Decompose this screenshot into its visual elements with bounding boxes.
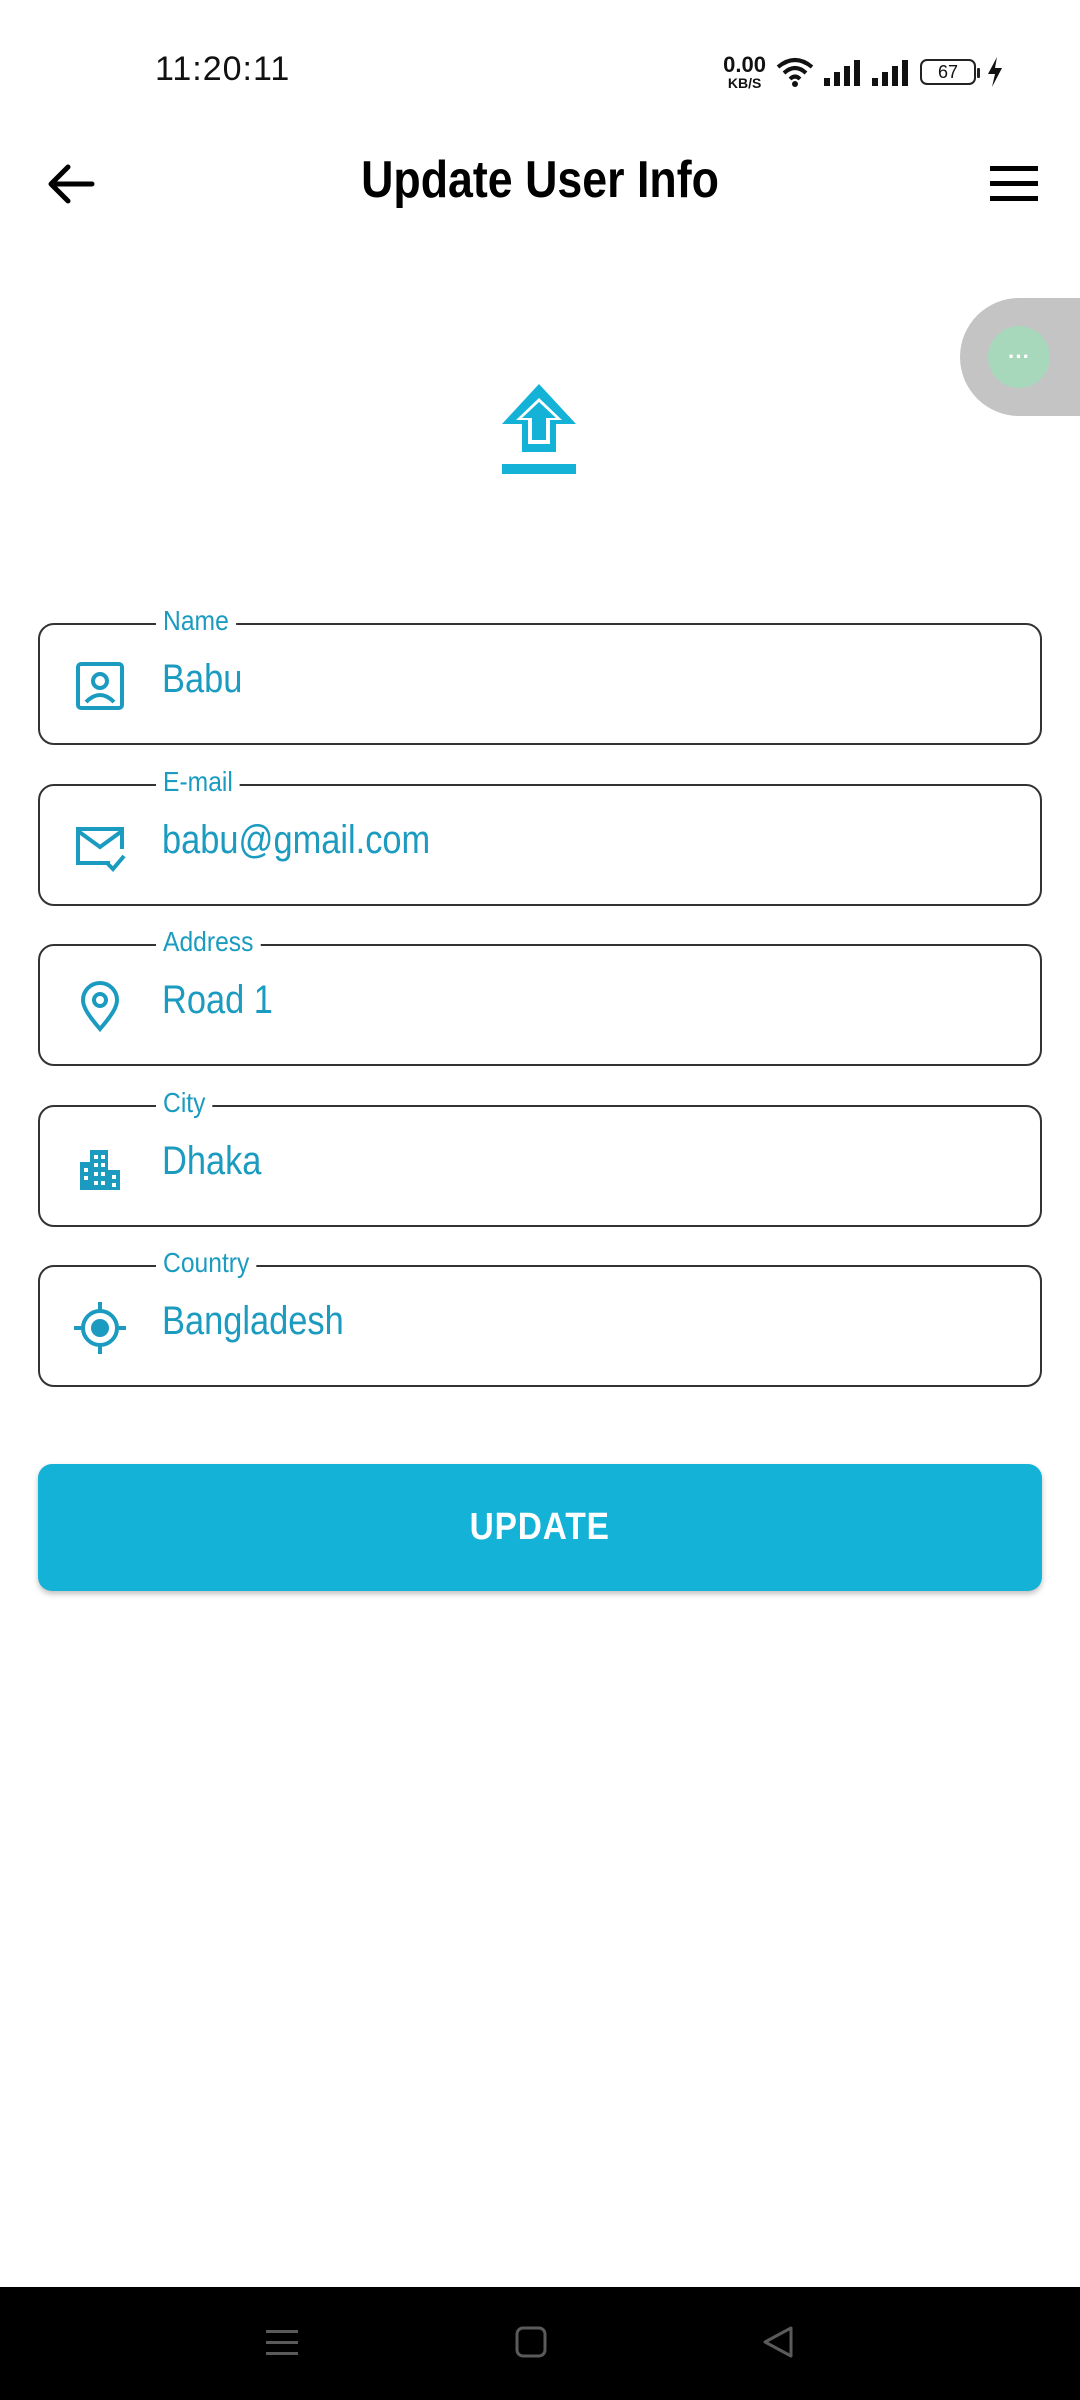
- country-field[interactable]: Country Bangladesh: [38, 1247, 1042, 1387]
- city-input[interactable]: Dhaka: [162, 1139, 261, 1184]
- status-icons: 0.00 KB/S 67: [723, 50, 1004, 94]
- update-button[interactable]: UPDATE: [38, 1464, 1042, 1591]
- wifi-icon: [776, 58, 814, 87]
- floating-bubble-dots[interactable]: ···: [988, 326, 1050, 388]
- address-input[interactable]: Road 1: [162, 978, 273, 1023]
- status-time: 11:20:11: [155, 50, 291, 88]
- back-nav-icon[interactable]: [753, 2317, 803, 2367]
- location-pin-icon: [80, 981, 120, 1033]
- update-button-label: UPDATE: [469, 1506, 611, 1548]
- country-input[interactable]: Bangladesh: [162, 1299, 344, 1344]
- network-speed-unit: KB/S: [727, 75, 762, 91]
- name-field-label: Name: [156, 605, 236, 637]
- status-bar: 11:20:11 0.00 KB/S 67: [0, 0, 1080, 140]
- network-speed: 0.00 KB/S: [723, 52, 766, 91]
- signal-icon-2: [872, 60, 908, 86]
- network-speed-value: 0.00: [723, 52, 766, 77]
- home-icon[interactable]: [506, 2317, 556, 2367]
- battery-icon: 67: [920, 59, 980, 85]
- city-field[interactable]: City Dhaka: [38, 1087, 1042, 1227]
- signal-icon-1: [824, 60, 860, 86]
- country-field-label: Country: [156, 1247, 257, 1279]
- name-input[interactable]: Babu: [162, 657, 242, 702]
- app-bar: Update User Info: [0, 140, 1080, 230]
- upload-icon[interactable]: [498, 380, 580, 478]
- system-nav-bar: [0, 2287, 1080, 2400]
- city-buildings-icon: [80, 1150, 120, 1190]
- email-input[interactable]: babu@gmail.com: [162, 818, 430, 863]
- address-field[interactable]: Address Road 1: [38, 926, 1042, 1066]
- address-field-label: Address: [156, 926, 261, 958]
- mail-check-icon: [76, 827, 126, 872]
- page-title: Update User Info: [361, 151, 719, 209]
- hamburger-menu-icon[interactable]: [988, 158, 1044, 210]
- email-field[interactable]: E-mail babu@gmail.com: [38, 766, 1042, 906]
- name-field[interactable]: Name Babu: [38, 605, 1042, 745]
- battery-level: 67: [937, 61, 959, 82]
- contact-card-icon: [76, 662, 124, 710]
- crosshair-location-icon: [74, 1302, 126, 1354]
- recent-apps-icon[interactable]: [257, 2317, 307, 2367]
- charging-icon: [988, 57, 1002, 87]
- floating-assistant-bubble[interactable]: ···: [960, 298, 1080, 416]
- email-field-label: E-mail: [156, 766, 240, 798]
- city-field-label: City: [156, 1087, 213, 1119]
